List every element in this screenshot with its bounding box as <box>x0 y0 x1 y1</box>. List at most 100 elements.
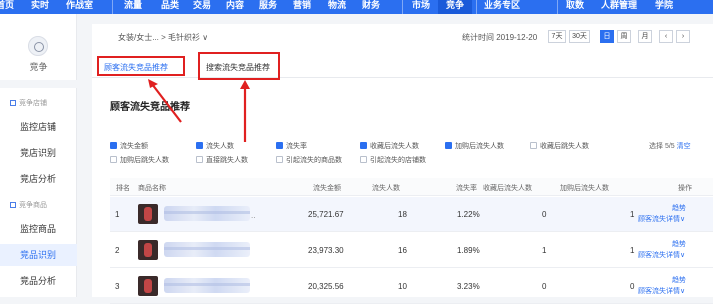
nav-competition[interactable]: 竞争 <box>438 0 473 14</box>
nav-crowd-management[interactable]: 人群管理 <box>601 0 637 14</box>
customer-loss-detail-link[interactable]: 顾客流失详情∨ <box>638 214 685 224</box>
filter-loss-people[interactable]: 流失人数 <box>196 141 234 151</box>
trend-link[interactable]: 趋势 <box>672 275 686 285</box>
stat-time: 统计时间 2019-12-20 <box>462 33 538 42</box>
nav-business-zone[interactable]: 业务专区 <box>484 0 520 14</box>
column-header-actions: 操作 <box>678 185 692 192</box>
product-name-redacted <box>164 242 250 257</box>
customer-loss-detail-link[interactable]: 顾客流失详情∨ <box>638 250 685 260</box>
filter-fav-bounce[interactable]: 收藏后跳失人数 <box>530 141 589 151</box>
loss-rate-cell: 1.89% <box>457 246 480 255</box>
filter-fav-loss[interactable]: 收藏后流失人数 <box>360 141 419 151</box>
checkbox-checked[interactable] <box>196 142 203 149</box>
product-thumbnail[interactable] <box>138 276 158 296</box>
checkbox-checked[interactable] <box>360 142 367 149</box>
cart-loss-cell: 1 <box>630 210 635 219</box>
filter-loss-rate[interactable]: 流失率 <box>276 141 307 151</box>
checkbox-unchecked[interactable] <box>360 156 367 163</box>
nav-trade[interactable]: 交易 <box>193 0 211 14</box>
filter-cart-loss[interactable]: 加购后流失人数 <box>445 141 504 151</box>
highlight-box <box>198 52 280 80</box>
nav-fetch-data[interactable]: 取数 <box>566 0 584 14</box>
sidebar-item-monitor-products[interactable]: 监控商品 <box>0 218 77 240</box>
prev-period-button[interactable]: ‹ <box>659 30 673 43</box>
trend-link[interactable]: 趋势 <box>672 203 686 213</box>
nav-realtime[interactable]: 实时 <box>31 0 49 14</box>
table-row: 1 .. 25,721.67 18 1.22% 0 1 趋势 顾客流失详情∨ <box>110 197 713 232</box>
table-header: 排名 商品名称 流失金额 流失人数 流失率 收藏后流失人数 加购后流失人数 操作 <box>110 178 713 196</box>
column-header-product-name: 商品名称 <box>138 185 166 192</box>
ellipsis: .. <box>251 211 256 220</box>
rank-cell: 2 <box>115 246 120 255</box>
nav-finance[interactable]: 财务 <box>362 0 380 14</box>
range-week-button[interactable]: 周 <box>617 30 631 43</box>
main-panel: 女装/女士... > 毛针织衫 ∨ 统计时间 2019-12-20 7天 30天… <box>92 24 713 304</box>
filter-cart-bounce[interactable]: 加购后跳失人数 <box>110 155 169 165</box>
top-navigation-bar: 首页 实时 作战室 流量 品类 交易 内容 服务 营销 物流 财务 市场 竞争 … <box>0 0 713 14</box>
customer-loss-detail-link[interactable]: 顾客流失详情∨ <box>638 286 685 296</box>
trend-link[interactable]: 趋势 <box>672 239 686 249</box>
nav-divider <box>476 0 477 14</box>
range-month-button[interactable]: 月 <box>638 30 652 43</box>
selected-count: 选择 5/5 清空 <box>649 143 691 150</box>
sidebar-group-label: 竞争店铺 <box>19 100 47 107</box>
checkbox-checked[interactable] <box>445 142 452 149</box>
nav-traffic[interactable]: 流量 <box>124 0 142 14</box>
sidebar-item-product-identify[interactable]: 竞品识别 <box>0 244 77 266</box>
checkbox-unchecked[interactable] <box>110 156 117 163</box>
checkbox-checked[interactable] <box>276 142 283 149</box>
rank-cell: 3 <box>115 282 120 291</box>
checkbox-unchecked[interactable] <box>196 156 203 163</box>
filter-direct-bounce[interactable]: 直接跳失人数 <box>196 155 248 165</box>
checkbox-unchecked[interactable] <box>530 142 537 149</box>
nav-service[interactable]: 服务 <box>259 0 277 14</box>
nav-war-room[interactable]: 作战室 <box>66 0 93 14</box>
clear-selection-link[interactable]: 清空 <box>677 143 691 150</box>
rank-cell: 1 <box>115 210 120 219</box>
sidebar-item-store-analysis[interactable]: 竞店分析 <box>0 168 77 190</box>
filter-loss-amount[interactable]: 流失金额 <box>110 141 148 151</box>
checkbox-unchecked[interactable] <box>276 156 283 163</box>
highlight-box <box>97 56 185 76</box>
product-thumbnail[interactable] <box>138 204 158 224</box>
category-breadcrumb[interactable]: 女装/女士... > 毛针织衫 ∨ <box>118 32 208 43</box>
sidebar-item-monitor-stores[interactable]: 监控店铺 <box>0 116 77 138</box>
next-period-button[interactable]: › <box>676 30 690 43</box>
range-day-button[interactable]: 日 <box>600 30 614 43</box>
loss-rate-cell: 3.23% <box>457 282 480 291</box>
cart-loss-cell: 1 <box>630 246 635 255</box>
column-header-loss-amount[interactable]: 流失金额 <box>313 183 341 193</box>
column-header-loss-people[interactable]: 流失人数 <box>372 183 400 193</box>
nav-logistics[interactable]: 物流 <box>328 0 346 14</box>
product-icon <box>10 202 16 208</box>
loss-rate-cell: 1.22% <box>457 210 480 219</box>
column-header-loss-rate[interactable]: 流失率 <box>456 183 477 193</box>
nav-marketing[interactable]: 营销 <box>293 0 311 14</box>
nav-home[interactable]: 首页 <box>0 0 14 14</box>
nav-divider <box>112 0 113 14</box>
table-row: 3 20,325.56 10 3.23% 0 0 趋势 顾客流失详情∨ <box>110 269 713 304</box>
sidebar-item-product-analysis[interactable]: 竞品分析 <box>0 270 77 292</box>
nav-academy[interactable]: 学院 <box>655 0 673 14</box>
product-thumbnail[interactable] <box>138 240 158 260</box>
nav-divider <box>402 0 403 14</box>
column-header-fav-loss[interactable]: 收藏后流失人数 <box>483 183 532 193</box>
annotation-arrowhead <box>240 80 250 89</box>
sidebar-group-label: 竞争商品 <box>19 202 47 209</box>
filter-loss-product-count[interactable]: 引起流失的商品数 <box>276 155 342 165</box>
checkbox-checked[interactable] <box>110 142 117 149</box>
sidebar-item-store-identify[interactable]: 竞店识别 <box>0 142 77 164</box>
range-7-days-button[interactable]: 7天 <box>548 30 566 43</box>
nav-content[interactable]: 内容 <box>226 0 244 14</box>
table-row: 2 23,973.30 16 1.89% 1 1 趋势 顾客流失详情∨ <box>110 233 713 268</box>
tabs-divider <box>92 77 713 78</box>
loss-people-cell: 10 <box>398 282 407 291</box>
nav-market[interactable]: 市场 <box>412 0 430 14</box>
nav-category[interactable]: 品类 <box>161 0 179 14</box>
sidebar-group-competing-stores: 竞争店铺 <box>10 98 47 108</box>
filter-loss-store-count[interactable]: 引起流失的店铺数 <box>360 155 426 165</box>
column-header-cart-loss[interactable]: 加购后流失人数 <box>560 183 609 193</box>
range-30-days-button[interactable]: 30天 <box>569 30 590 43</box>
sidebar-group-competing-products: 竞争商品 <box>10 200 47 210</box>
column-header-rank: 排名 <box>116 185 130 192</box>
